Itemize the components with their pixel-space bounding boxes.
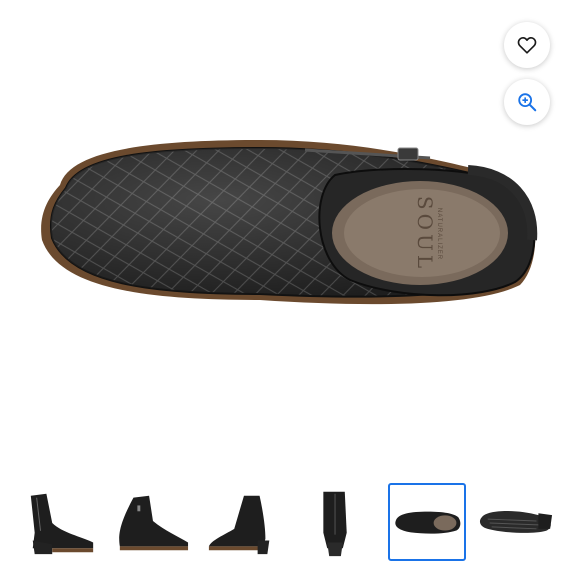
main-product-image[interactable]: SOUL NATURALIZER (0, 0, 580, 465)
zoom-button[interactable] (504, 79, 550, 125)
insole-brand-text: SOUL (413, 196, 437, 272)
heart-icon (517, 37, 537, 54)
zoom-in-icon (518, 93, 537, 112)
thumbnail-sole[interactable] (477, 483, 555, 561)
wishlist-button[interactable] (504, 22, 550, 68)
thumbnail-back[interactable] (297, 483, 375, 561)
thumbnail-image (30, 493, 94, 555)
shoe-top-view-image: SOUL NATURALIZER (41, 140, 538, 305)
thumbnail-image (208, 495, 270, 555)
thumbnail-side-left[interactable] (22, 483, 100, 561)
thumbnail-image (119, 495, 189, 551)
thumbnail-image (395, 511, 461, 534)
thumbnail-side-inner[interactable] (204, 483, 282, 561)
thumbnail-top[interactable] (388, 483, 466, 561)
thumbnail-image (323, 491, 347, 557)
thumbnail-side-right[interactable] (113, 483, 191, 561)
insole-brand-subtext: NATURALIZER (436, 208, 442, 260)
thumbnail-image (479, 511, 553, 533)
thumbnail-strip (0, 483, 580, 563)
